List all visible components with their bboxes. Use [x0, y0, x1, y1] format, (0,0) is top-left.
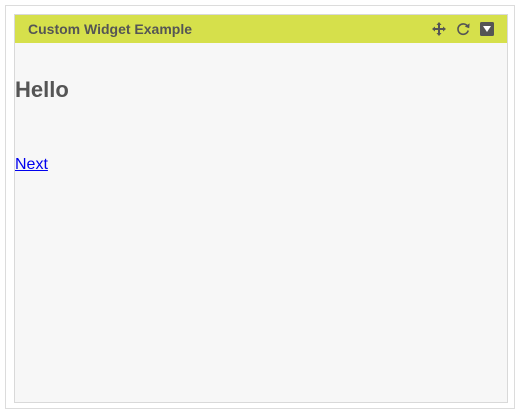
next-link[interactable]: Next — [15, 155, 48, 175]
header-controls — [431, 20, 495, 38]
refresh-icon[interactable] — [455, 21, 471, 37]
collapse-icon[interactable] — [479, 21, 495, 37]
widget-title: Custom Widget Example — [28, 21, 193, 37]
outer-frame: Custom Widget Example Hello Next — [5, 5, 515, 409]
greeting-heading: Hello — [15, 77, 69, 102]
widget-header: Custom Widget Example — [15, 15, 507, 43]
widget-panel: Custom Widget Example Hello Next — [14, 14, 508, 403]
move-icon[interactable] — [431, 21, 447, 37]
